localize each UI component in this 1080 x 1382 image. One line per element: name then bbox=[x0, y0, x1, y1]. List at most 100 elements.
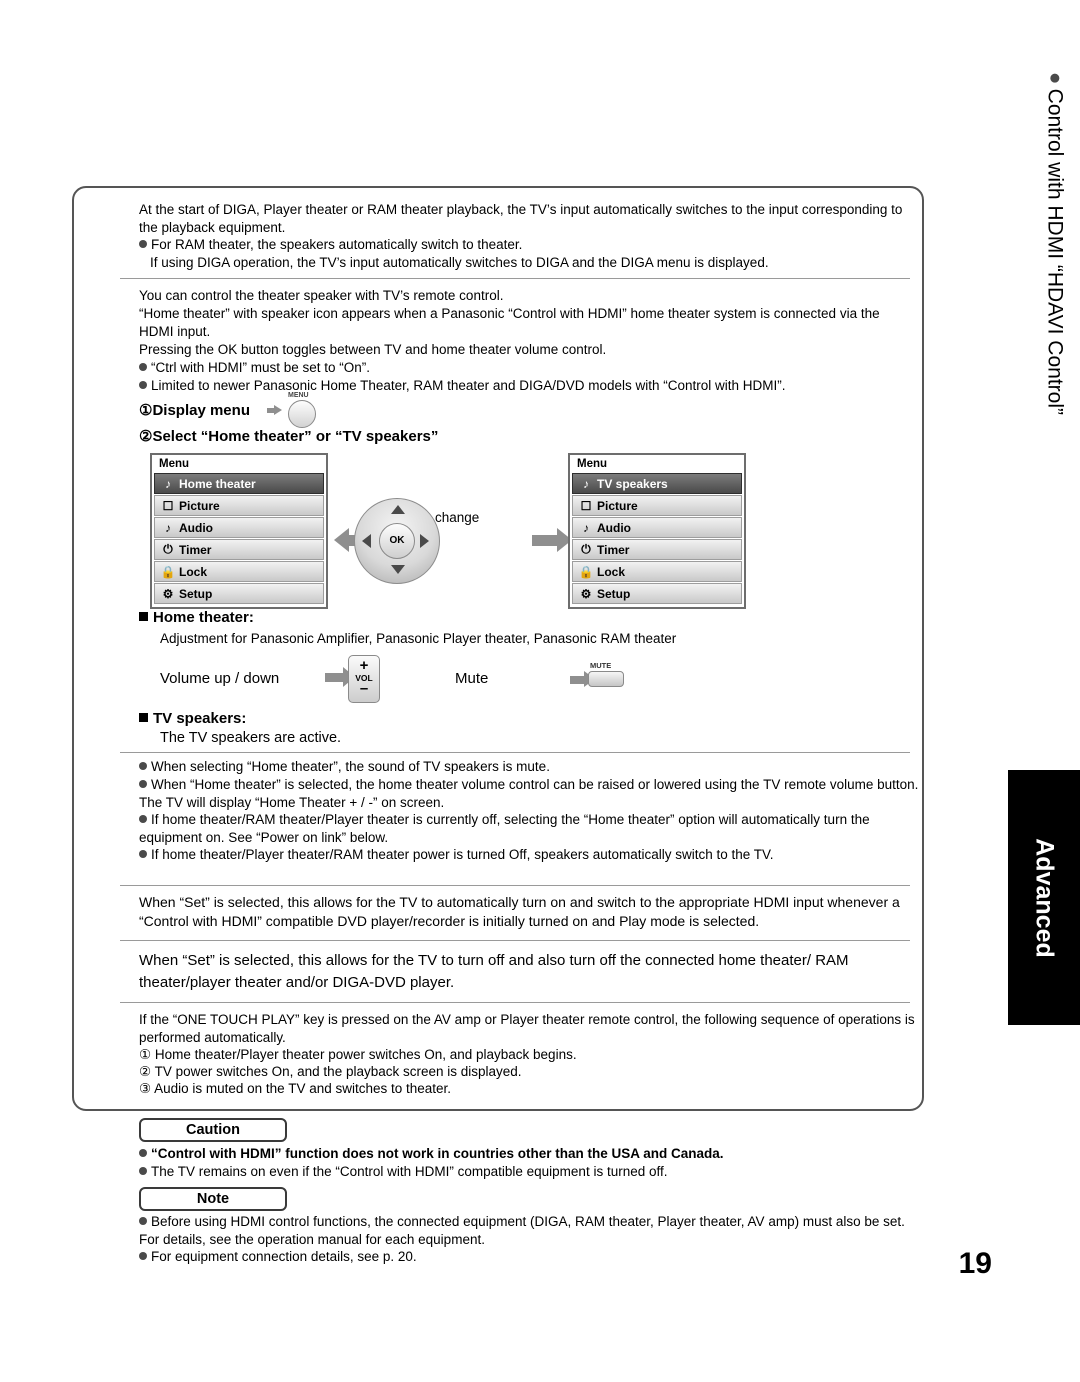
tv-speakers-heading: TV speakers: bbox=[139, 710, 246, 727]
menu-item-audio[interactable]: ♪ Audio bbox=[154, 517, 324, 538]
bullet-dot-icon bbox=[139, 780, 147, 788]
menu-item-label: Audio bbox=[597, 520, 631, 535]
menu-item-lock[interactable]: 🔒 Lock bbox=[572, 561, 742, 582]
setup-icon: ⚙ bbox=[580, 586, 592, 601]
bullet-dot-icon bbox=[139, 381, 147, 389]
speaker-bullet-2: Limited to newer Panasonic Home Theater,… bbox=[139, 377, 914, 395]
menu-remote-button-label: MENU bbox=[288, 392, 309, 399]
menu-item-setup[interactable]: ⚙ Setup bbox=[572, 583, 742, 604]
note-bullet-3: If home theater/RAM theater/Player theat… bbox=[139, 812, 870, 845]
side-running-head: Control with HDMI “HDAVI Control” bbox=[1042, 73, 1066, 415]
speaker-paragraph-2: “Home theater” with speaker icon appears… bbox=[139, 306, 880, 339]
menu-item-label: Audio bbox=[179, 520, 213, 535]
bullet-dot-icon bbox=[139, 1167, 147, 1175]
picture-icon: ☐ bbox=[580, 498, 592, 513]
menu-panel-right[interactable]: Menu ♪ TV speakers ☐ Picture ♪ Audio ⏻ T… bbox=[568, 453, 746, 609]
menu-item-picture[interactable]: ☐ Picture bbox=[572, 495, 742, 516]
one-touch-intro: If the “ONE TOUCH PLAY” key is pressed o… bbox=[139, 1012, 915, 1045]
caution-bullet-1: “Control with HDMI” function does not wo… bbox=[139, 1145, 919, 1163]
dpad-right-icon[interactable] bbox=[420, 534, 429, 548]
volume-up-label: + bbox=[359, 657, 369, 674]
lock-icon: 🔒 bbox=[578, 564, 594, 579]
step-1-label: ①Display menu bbox=[139, 402, 250, 419]
note-section-bullet-2: For equipment connection details, see p.… bbox=[139, 1248, 924, 1266]
mute-button-label: MUTE bbox=[590, 661, 612, 670]
power-on-link-text: When “Set” is selected, this allows for … bbox=[139, 894, 900, 929]
divider-2 bbox=[120, 752, 910, 753]
note-label: Note bbox=[139, 1187, 287, 1211]
note-icon: ♪ bbox=[165, 520, 171, 535]
menu-item-tv-speakers[interactable]: ♪ TV speakers bbox=[572, 473, 742, 494]
intro-paragraph-2: If using DIGA operation, the TV’s input … bbox=[150, 255, 769, 270]
menu-item-label: Picture bbox=[179, 498, 220, 513]
bullet-dot-icon bbox=[139, 240, 147, 248]
bullet-dot-icon bbox=[1050, 73, 1059, 83]
side-running-head-label: Control with HDMI “HDAVI Control” bbox=[1043, 88, 1066, 415]
step-2-label: ②Select “Home theater” or “TV speakers” bbox=[139, 428, 439, 445]
square-bullet-icon bbox=[139, 713, 148, 722]
setup-icon: ⚙ bbox=[162, 586, 174, 601]
divider-1 bbox=[120, 278, 910, 279]
menu-panel-left[interactable]: Menu ♪ Home theater ☐ Picture ♪ Audio ⏻ … bbox=[150, 453, 328, 609]
menu-title: Menu bbox=[159, 458, 190, 470]
one-touch-step-3: ③ Audio is muted on the TV and switches … bbox=[139, 1081, 452, 1096]
lock-icon: 🔒 bbox=[160, 564, 176, 579]
divider-5 bbox=[120, 1002, 910, 1003]
menu-remote-button[interactable] bbox=[288, 400, 316, 428]
power-icon: ⏻ bbox=[581, 542, 591, 556]
menu-item-lock[interactable]: 🔒 Lock bbox=[154, 561, 324, 582]
arrow-icon bbox=[267, 405, 282, 416]
mute-label: Mute bbox=[455, 670, 489, 687]
speaker-icon: ♪ bbox=[165, 476, 171, 491]
menu-item-picture[interactable]: ☐ Picture bbox=[154, 495, 324, 516]
volume-button[interactable]: + VOL – bbox=[348, 655, 380, 703]
manual-page: At the start of DIGA, Player theater or … bbox=[0, 0, 1080, 1382]
menu-item-setup[interactable]: ⚙ Setup bbox=[154, 583, 324, 604]
ok-button[interactable]: OK bbox=[379, 523, 415, 559]
note-section-bullet-1: Before using HDMI control functions, the… bbox=[139, 1214, 905, 1247]
bullet-dot-icon bbox=[139, 363, 147, 371]
menu-title: Menu bbox=[577, 458, 608, 470]
note-bullet-2: When “Home theater” is selected, the hom… bbox=[139, 777, 919, 810]
volume-up-down-label: Volume up / down bbox=[160, 670, 280, 687]
bullet-dot-icon bbox=[139, 850, 147, 858]
menu-item-label: Setup bbox=[597, 586, 631, 601]
caution-bullet-2: The TV remains on even if the “Control w… bbox=[139, 1163, 919, 1181]
one-touch-step-2: ② TV power switches On, and the playback… bbox=[139, 1064, 522, 1079]
menu-item-audio[interactable]: ♪ Audio bbox=[572, 517, 742, 538]
menu-item-label: Picture bbox=[597, 498, 638, 513]
section-tab-label: Advanced bbox=[1030, 837, 1059, 958]
speaker-icon: ♪ bbox=[583, 476, 589, 491]
square-bullet-icon bbox=[139, 612, 148, 621]
arrow-right-icon bbox=[532, 528, 572, 552]
dpad-up-icon[interactable] bbox=[391, 505, 405, 514]
note-bullet-4: If home theater/Player theater/RAM theat… bbox=[139, 846, 919, 864]
intro-bullet-1: For RAM theater, the speakers automatica… bbox=[139, 236, 909, 254]
dpad-left-icon[interactable] bbox=[362, 534, 371, 548]
speaker-paragraph-3: Pressing the OK button toggles between T… bbox=[139, 342, 607, 357]
change-label: change bbox=[435, 510, 480, 525]
volume-down-label: – bbox=[359, 680, 369, 697]
menu-item-label: Setup bbox=[179, 586, 213, 601]
menu-item-home-theater[interactable]: ♪ Home theater bbox=[154, 473, 324, 494]
caution-label: Caution bbox=[139, 1118, 287, 1142]
speaker-bullet-1: “Ctrl with HDMI” must be set to “On”. bbox=[139, 359, 914, 377]
dpad-control[interactable]: OK bbox=[354, 498, 440, 584]
menu-item-label: Lock bbox=[597, 564, 626, 579]
menu-item-label: Lock bbox=[179, 564, 208, 579]
dpad-down-icon[interactable] bbox=[391, 565, 405, 574]
bullet-dot-icon bbox=[139, 1149, 147, 1157]
bullet-dot-icon bbox=[139, 815, 147, 823]
mute-button[interactable]: MUTE bbox=[588, 661, 624, 687]
note-bullet-1: When selecting “Home theater”, the sound… bbox=[139, 758, 919, 776]
power-off-link-text: When “Set” is selected, this allows for … bbox=[139, 952, 849, 991]
menu-item-label: Timer bbox=[179, 542, 212, 557]
divider-3 bbox=[120, 885, 910, 886]
mute-button-cap[interactable] bbox=[588, 671, 624, 687]
menu-item-timer[interactable]: ⏻ Timer bbox=[572, 539, 742, 560]
speaker-paragraph-1: You can control the theater speaker with… bbox=[139, 288, 504, 303]
menu-item-label: TV speakers bbox=[597, 476, 668, 491]
tv-speakers-description: The TV speakers are active. bbox=[160, 730, 342, 746]
one-touch-step-1: ① Home theater/Player theater power swit… bbox=[139, 1047, 577, 1062]
menu-item-timer[interactable]: ⏻ Timer bbox=[154, 539, 324, 560]
